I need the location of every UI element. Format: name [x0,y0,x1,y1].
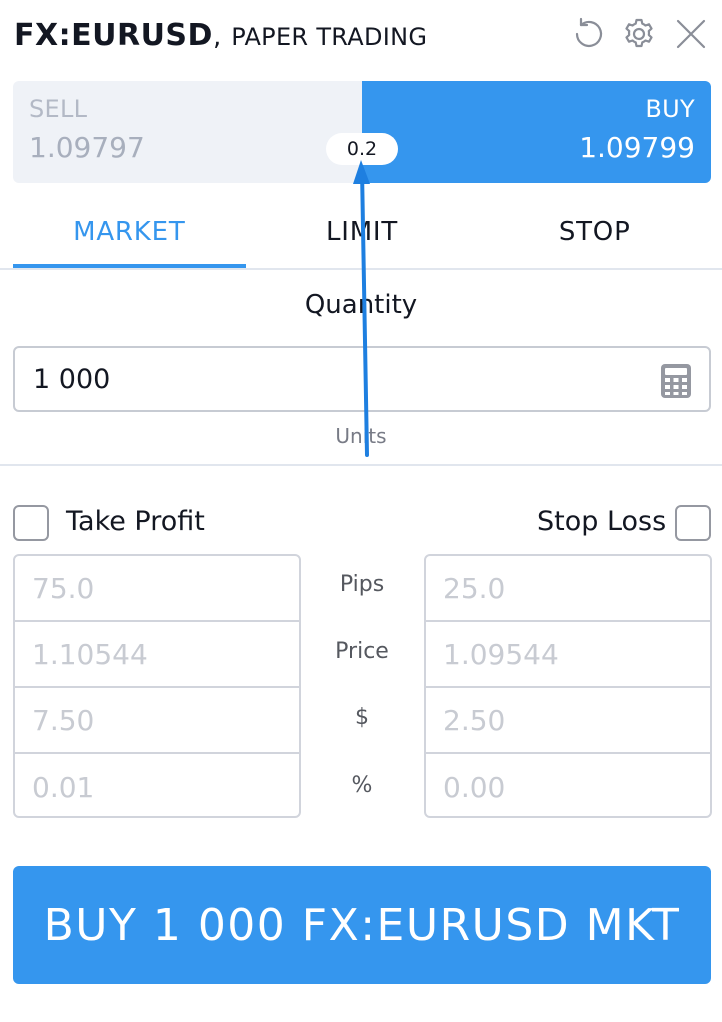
stop-loss-money-input[interactable]: 2.50 [426,688,710,754]
take-profit-money-input[interactable]: 7.50 [15,688,299,754]
quantity-value: 1 000 [33,363,111,395]
stop-loss-fields: 25.0 1.09544 2.50 0.00 [424,554,712,818]
sell-price: 1.09797 [29,131,145,164]
sell-button[interactable]: SELL 1.09797 [13,81,362,183]
take-profit-price-input[interactable]: 1.10544 [15,622,299,688]
buy-price: 1.09799 [579,131,695,164]
panel-header: FX:EURUSD , PAPER TRADING [14,18,427,62]
buy-label: BUY [645,95,695,123]
close-icon[interactable] [673,16,709,52]
reset-icon[interactable] [570,16,606,52]
tabs-divider [0,268,722,270]
take-profit-label: Take Profit [66,506,205,537]
percent-row-label: % [351,773,373,798]
quantity-input[interactable]: 1 000 [13,346,711,412]
calculator-icon[interactable] [660,363,692,399]
quantity-units: Units [335,424,387,448]
gear-icon[interactable] [621,16,657,52]
section-divider [0,464,722,466]
trading-mode-label: PAPER TRADING [231,23,428,51]
stop-loss-pips-input[interactable]: 25.0 [426,556,710,622]
money-row-label: $ [355,705,369,730]
stop-loss-label: Stop Loss [537,506,667,537]
tab-market[interactable]: MARKET [13,195,246,269]
quantity-label: Quantity [304,290,418,320]
pips-row-label: Pips [339,572,385,597]
stop-loss-price-input[interactable]: 1.09544 [426,622,710,688]
buy-button[interactable]: BUY 1.09799 [362,81,711,183]
take-profit-checkbox[interactable] [13,505,49,541]
take-profit-fields: 75.0 1.10544 7.50 0.01 [13,554,301,818]
take-profit-percent-input[interactable]: 0.01 [15,754,299,816]
place-order-button[interactable]: BUY 1 000 FX:EURUSD MKT [13,866,711,984]
order-type-tabs: MARKET LIMIT STOP [13,195,711,269]
stop-loss-percent-input[interactable]: 0.00 [426,754,710,816]
spread-badge: 0.2 [326,133,398,165]
tab-limit[interactable]: LIMIT [246,195,479,269]
sell-label: SELL [29,95,88,123]
symbol-title: FX:EURUSD [14,18,213,53]
price-row-label: Price [335,639,389,664]
take-profit-pips-input[interactable]: 75.0 [15,556,299,622]
title-separator: , [212,22,222,52]
stop-loss-checkbox[interactable] [675,505,711,541]
tab-stop[interactable]: STOP [478,195,711,269]
price-selector: SELL 1.09797 BUY 1.09799 [13,81,711,183]
